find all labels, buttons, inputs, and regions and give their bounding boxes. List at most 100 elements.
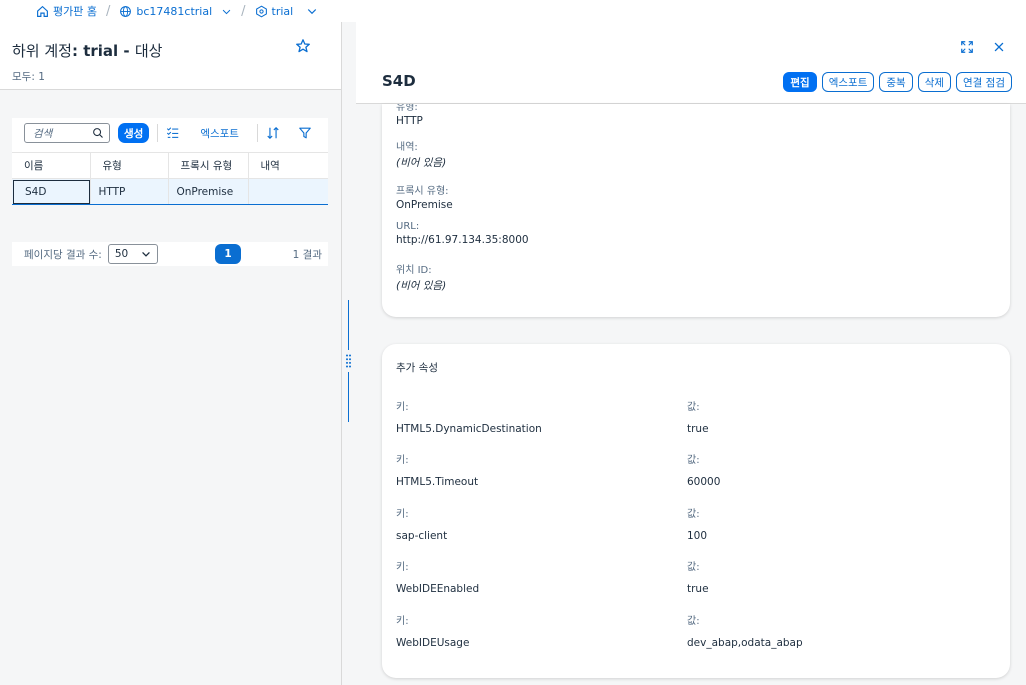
destination-table-card: 검색 생성 엑스포트 이름 유형 프록시 유형 내역 S4D HTTP OnPr… <box>12 118 328 205</box>
key-label: 키: <box>396 562 409 573</box>
value-value: true <box>687 583 709 595</box>
globe-icon <box>120 5 132 17</box>
per-page-label: 페이지당 결과 수: <box>24 248 102 261</box>
export-button[interactable]: 엑스포트 <box>200 126 239 141</box>
column-header-description[interactable]: 내역 <box>248 152 328 179</box>
additional-properties-title: 추가 속성 <box>396 362 438 374</box>
breadcrumb-space-label: trial <box>271 4 294 18</box>
cell-description <box>248 178 328 205</box>
per-page-select[interactable]: 50 <box>107 244 158 264</box>
key-label: 키: <box>396 616 409 627</box>
column-header-name[interactable]: 이름 <box>12 152 91 179</box>
home-icon <box>37 5 48 17</box>
field-label: 유형: <box>396 104 418 113</box>
field-value: HTTP <box>396 115 423 127</box>
field-label: URL: <box>396 221 420 232</box>
key-value: sap-client <box>396 530 448 542</box>
field-label: 내역: <box>396 142 418 153</box>
property-key: 키: sap-client <box>396 505 447 542</box>
field-label: 위치 ID: <box>396 265 432 276</box>
delete-button[interactable]: 삭제 <box>917 72 952 92</box>
column-header-proxy-type[interactable]: 프록시 유형 <box>168 152 249 179</box>
property-key: 키: HTML5.DynamicDestination <box>396 398 542 435</box>
per-page-value: 50 <box>114 248 129 260</box>
cell-name-text: S4D <box>13 179 90 204</box>
field-value: (비어 있음) <box>396 157 447 169</box>
search-placeholder: 검색 <box>33 127 53 140</box>
breadcrumb-home[interactable]: 평가판 홈 <box>36 3 97 19</box>
value-label: 값: <box>687 455 700 466</box>
field-value: (비어 있음) <box>396 280 447 292</box>
value-label: 값: <box>687 562 700 573</box>
column-header-type[interactable]: 유형 <box>90 152 169 179</box>
property-value: 값: 100 <box>687 505 707 542</box>
breadcrumb-separator: / <box>241 3 246 19</box>
page-title: 하위 계정: trial - 대상 <box>12 40 329 61</box>
value-label: 값: <box>687 509 700 520</box>
field-value: OnPremise <box>396 199 453 211</box>
filter-icon[interactable] <box>298 126 312 140</box>
property-key: 키: WebIDEEnabled <box>396 558 479 595</box>
value-label: 값: <box>687 402 700 413</box>
cell-name[interactable]: S4D <box>12 178 91 205</box>
edit-button[interactable]: 편집 <box>783 72 817 92</box>
key-value: WebIDEUsage <box>396 637 470 649</box>
table-header-row: 이름 유형 프록시 유형 내역 <box>12 152 328 179</box>
breadcrumb-home-label: 평가판 홈 <box>53 5 97 18</box>
additional-properties-card: 추가 속성 키: HTML5.DynamicDestination 값: true … <box>382 344 1010 678</box>
chevron-down-icon <box>141 251 150 257</box>
field-proxy-type: 프록시 유형: OnPremise <box>396 182 453 211</box>
table-row[interactable]: S4D HTTP OnPremise <box>12 178 328 205</box>
cell-proxy-type: OnPremise <box>168 178 249 205</box>
chevron-down-icon[interactable] <box>306 5 318 17</box>
create-button[interactable]: 생성 <box>118 123 150 143</box>
close-icon[interactable] <box>992 40 1006 54</box>
field-description: 내역: (비어 있음) <box>396 138 446 170</box>
field-value: http://61.97.134.35:8000 <box>396 234 529 246</box>
property-value: 값: dev_abap,odata_abap <box>687 612 803 649</box>
select-list-icon[interactable] <box>166 126 180 140</box>
property-key: 키: HTML5.Timeout <box>396 451 478 488</box>
value-value: true <box>687 423 709 435</box>
value-value: dev_abap,odata_abap <box>687 637 803 649</box>
search-icon[interactable] <box>92 127 104 139</box>
breadcrumb-space[interactable]: trial <box>255 5 319 18</box>
value-value: 60000 <box>687 476 721 488</box>
breadcrumb: 평가판 홈 / bc17481ctrial / trial <box>0 0 1026 22</box>
key-label: 키: <box>396 402 409 413</box>
pagination-bar: 페이지당 결과 수: 50 1 1 결과 <box>12 242 328 266</box>
field-location-id: 위치 ID: (비어 있음) <box>396 261 446 293</box>
title-suffix: 대상 <box>134 42 163 60</box>
key-value: HTML5.DynamicDestination <box>396 423 542 435</box>
splitter-line <box>348 300 349 350</box>
property-value: 값: true <box>687 558 709 595</box>
duplicate-button[interactable]: 중복 <box>879 72 913 92</box>
destination-table: 이름 유형 프록시 유형 내역 S4D HTTP OnPremise <box>12 152 328 205</box>
search-input[interactable]: 검색 <box>24 123 110 143</box>
breadcrumb-separator: / <box>105 3 111 19</box>
check-connection-button[interactable]: 연결 점검 <box>956 72 1012 92</box>
grip-icon[interactable] <box>346 354 351 368</box>
full-screen-icon[interactable] <box>960 40 974 54</box>
page-button-current[interactable]: 1 <box>215 244 241 264</box>
sort-icon[interactable] <box>266 126 280 140</box>
panel-resize-handle[interactable] <box>346 300 351 425</box>
key-value: WebIDEEnabled <box>396 583 480 595</box>
field-label: 프록시 유형: <box>396 186 449 197</box>
chevron-down-icon[interactable] <box>221 6 232 17</box>
property-value: 값: true <box>687 398 709 435</box>
title-subaccount: trial <box>83 42 119 60</box>
property-value: 값: 60000 <box>687 451 720 488</box>
detail-header: S4D 편집 엑스포트 중복 삭제 연결 점검 <box>356 22 1026 104</box>
key-label: 키: <box>396 455 409 466</box>
star-icon[interactable] <box>295 38 311 54</box>
list-header: 하위 계정: trial - 대상 모두: 1 <box>0 22 341 90</box>
field-url: URL: http://61.97.134.35:8000 <box>396 221 529 246</box>
toolbar-divider <box>157 124 159 142</box>
breadcrumb-subaccount[interactable]: bc17481ctrial <box>119 5 232 18</box>
item-count: 모두: 1 <box>12 71 45 83</box>
space-icon <box>255 5 267 17</box>
general-info-card: 유형: HTTP 내역: (비어 있음) 프록시 유형: OnPremise U… <box>382 104 1010 317</box>
detail-actions: 편집 엑스포트 중복 삭제 연결 점검 <box>783 72 1012 92</box>
export-button[interactable]: 엑스포트 <box>821 72 875 92</box>
